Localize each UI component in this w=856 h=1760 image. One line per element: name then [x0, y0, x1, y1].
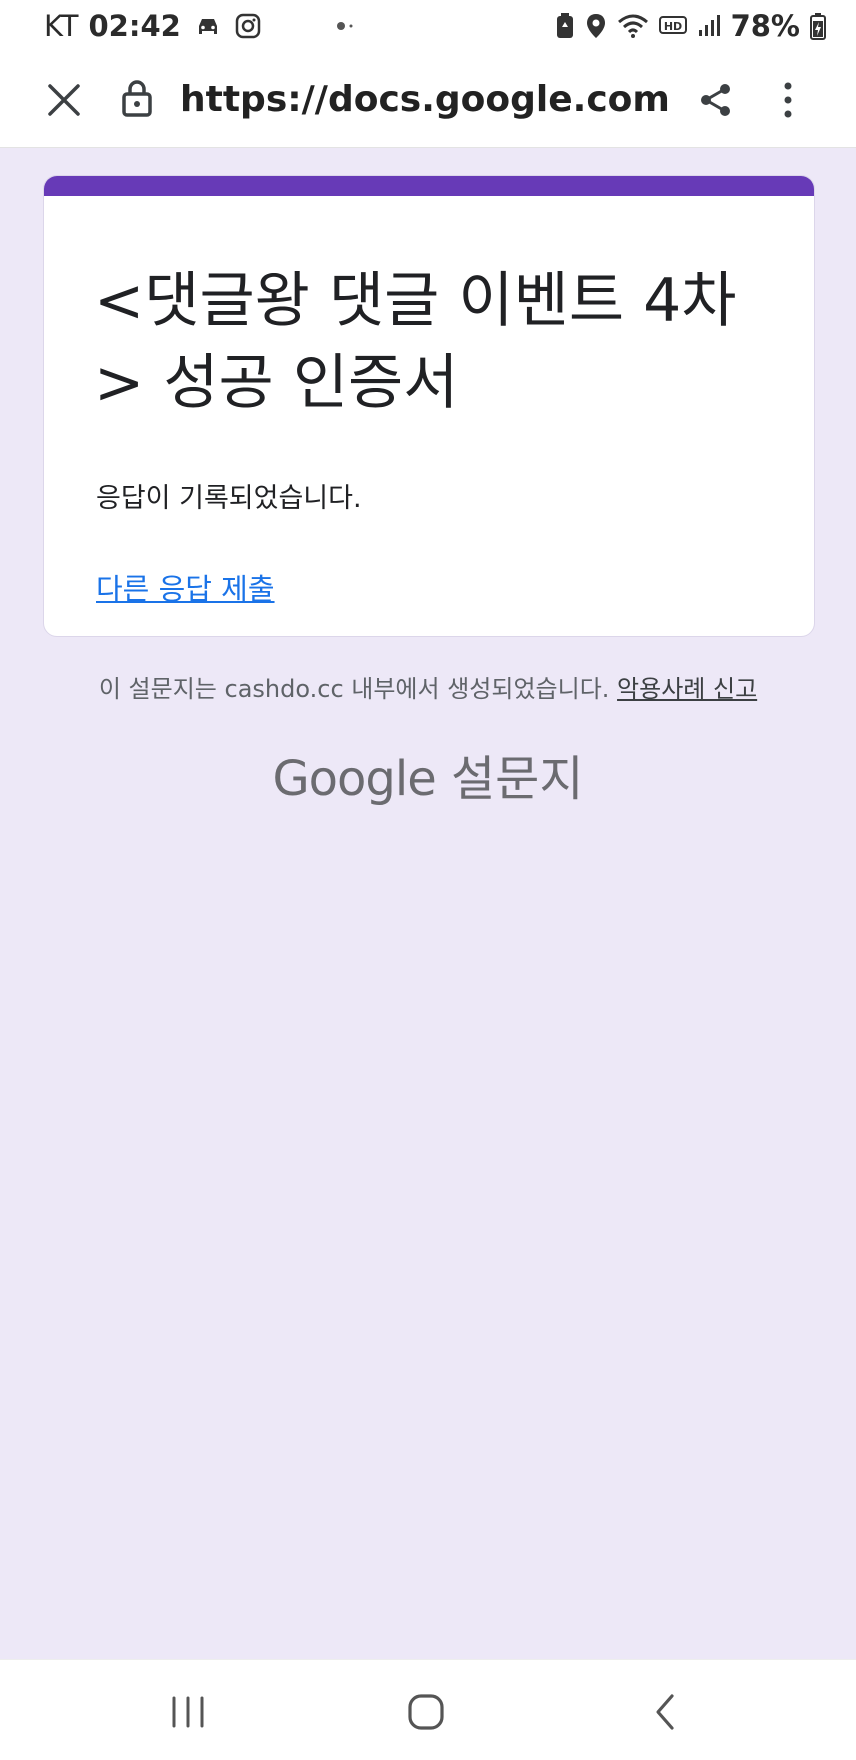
hd-icon: HD — [658, 15, 687, 37]
more-vert-icon[interactable] — [776, 78, 800, 122]
browser-toolbar: https://docs.google.com/fo — [0, 52, 856, 148]
report-abuse-link[interactable]: 악용사례 신고 — [617, 675, 757, 703]
wifi-icon — [617, 13, 649, 39]
close-icon[interactable] — [44, 80, 84, 120]
confirmation-message: 응답이 기록되었습니다. — [96, 483, 362, 514]
navigation-bar — [0, 1659, 856, 1760]
footer-note-text: 이 설문지는 cashdo.cc 내부에서 생성되었습니다. — [98, 675, 610, 703]
battery-percent: 78% — [730, 9, 800, 43]
form-page: <댓글왕 댓글 이벤트 4차> 성공 인증서 응답이 기록되었습니다. 다른 응… — [0, 149, 856, 1659]
brand-forms: 설문지 — [451, 751, 584, 807]
confirmation-card: <댓글왕 댓글 이벤트 4차> 성공 인증서 응답이 기록되었습니다. 다른 응… — [43, 175, 815, 637]
brand-google: Google — [272, 751, 436, 807]
notification-dots-icon — [335, 20, 361, 32]
google-forms-logo[interactable]: Google 설문지 — [0, 739, 856, 809]
battery-saver-icon — [555, 12, 575, 40]
clock: 02:42 — [88, 9, 181, 43]
svg-text:HD: HD — [663, 20, 681, 33]
location-icon — [585, 12, 607, 40]
url-text[interactable]: https://docs.google.com/fo — [180, 76, 670, 124]
battery-charging-icon — [810, 12, 826, 40]
footer-note: 이 설문지는 cashdo.cc 내부에서 생성되었습니다. 악용사례 신고 — [0, 669, 856, 704]
car-icon — [195, 14, 221, 38]
lock-icon[interactable] — [120, 78, 154, 118]
carrier-label: KT — [44, 9, 79, 43]
status-bar: KT 02:42 HD 78% — [0, 0, 856, 52]
instagram-icon — [235, 13, 261, 39]
card-accent-bar — [44, 176, 814, 196]
form-title: <댓글왕 댓글 이벤트 4차> 성공 인증서 — [94, 266, 737, 418]
recent-apps-icon[interactable] — [166, 1690, 210, 1734]
signal-icon — [697, 14, 721, 38]
share-icon[interactable] — [696, 80, 736, 120]
submit-another-response-link[interactable]: 다른 응답 제출 — [96, 566, 275, 608]
home-icon[interactable] — [404, 1690, 448, 1734]
back-icon[interactable] — [644, 1690, 688, 1734]
